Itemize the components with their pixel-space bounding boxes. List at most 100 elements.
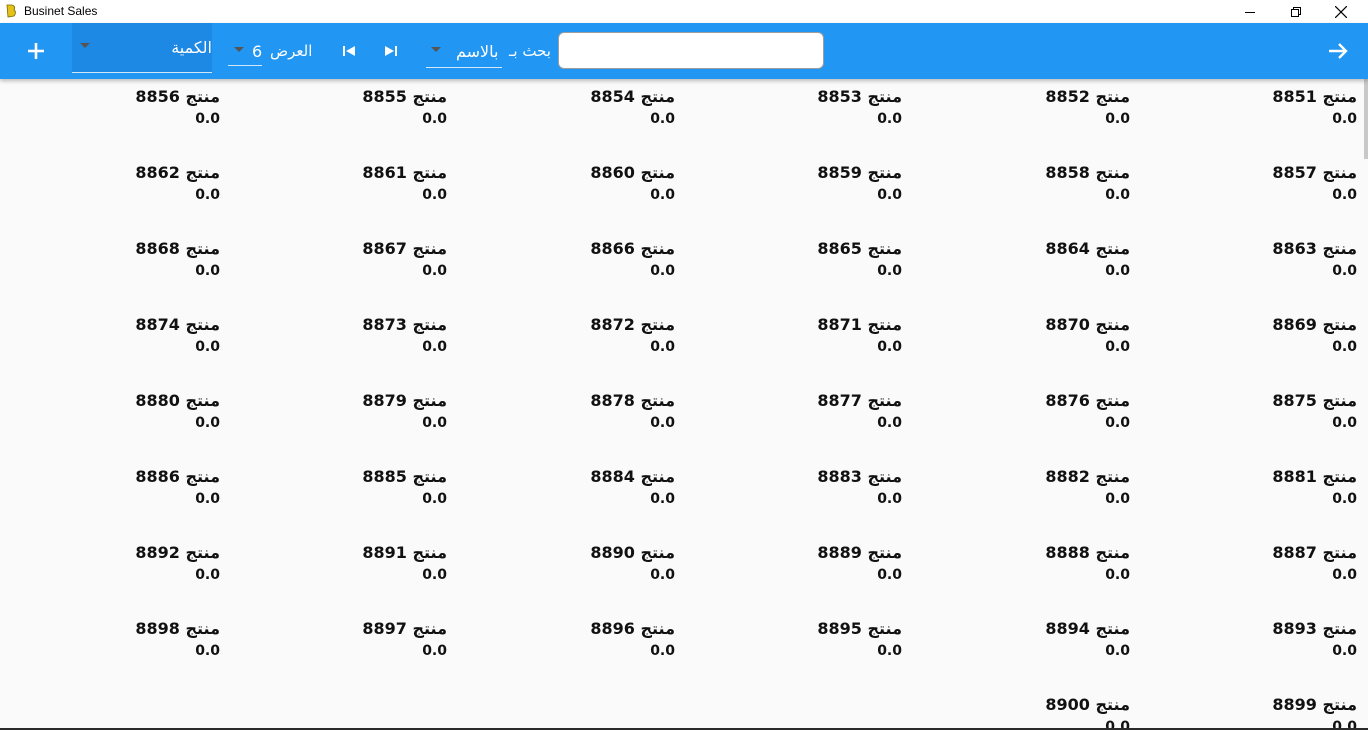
product-card[interactable]: منتج 8872 0.0 bbox=[455, 315, 675, 375]
product-quantity: 0.0 bbox=[877, 111, 902, 127]
sort-dropdown[interactable]: الكمية bbox=[72, 23, 212, 73]
product-card[interactable]: منتج 8883 0.0 bbox=[682, 467, 902, 527]
product-quantity: 0.0 bbox=[1105, 111, 1130, 127]
close-button[interactable] bbox=[1318, 0, 1364, 23]
product-quantity: 0.0 bbox=[650, 415, 675, 431]
product-name: منتج 8892 bbox=[135, 543, 220, 562]
search-input[interactable] bbox=[558, 32, 824, 69]
product-card[interactable]: منتج 8896 0.0 bbox=[455, 619, 675, 679]
product-card[interactable]: منتج 8895 0.0 bbox=[682, 619, 902, 679]
product-card[interactable]: منتج 8877 0.0 bbox=[682, 391, 902, 451]
view-dropdown-chevron-down-icon[interactable] bbox=[234, 47, 244, 53]
product-card[interactable]: منتج 8897 0.0 bbox=[227, 619, 447, 679]
product-quantity: 0.0 bbox=[650, 263, 675, 279]
last-page-icon[interactable] bbox=[380, 41, 400, 61]
product-card[interactable]: منتج 8889 0.0 bbox=[682, 543, 902, 603]
product-card[interactable]: منتج 8856 0.0 bbox=[0, 87, 220, 147]
product-name: منتج 8886 bbox=[135, 467, 220, 486]
product-name: منتج 8876 bbox=[1045, 391, 1130, 410]
product-card[interactable]: منتج 8881 0.0 bbox=[1137, 467, 1357, 527]
product-card[interactable]: منتج 8900 0.0 bbox=[910, 695, 1130, 730]
product-card[interactable]: منتج 8882 0.0 bbox=[910, 467, 1130, 527]
product-name: منتج 8893 bbox=[1272, 619, 1357, 638]
product-name: منتج 8863 bbox=[1272, 239, 1357, 258]
product-quantity: 0.0 bbox=[422, 263, 447, 279]
add-icon[interactable] bbox=[22, 37, 50, 65]
product-card[interactable]: منتج 8853 0.0 bbox=[682, 87, 902, 147]
product-card[interactable]: منتج 8876 0.0 bbox=[910, 391, 1130, 451]
product-card[interactable]: منتج 8871 0.0 bbox=[682, 315, 902, 375]
product-card[interactable]: منتج 8859 0.0 bbox=[682, 163, 902, 223]
product-name: منتج 8853 bbox=[817, 87, 902, 106]
product-card[interactable]: منتج 8893 0.0 bbox=[1137, 619, 1357, 679]
product-card[interactable]: منتج 8890 0.0 bbox=[455, 543, 675, 603]
product-card[interactable]: منتج 8884 0.0 bbox=[455, 467, 675, 527]
product-quantity: 0.0 bbox=[1332, 187, 1357, 203]
product-card[interactable]: منتج 8863 0.0 bbox=[1137, 239, 1357, 299]
product-quantity: 0.0 bbox=[877, 491, 902, 507]
product-name: منتج 8896 bbox=[590, 619, 675, 638]
product-name: منتج 8883 bbox=[817, 467, 902, 486]
product-card[interactable]: منتج 8899 0.0 bbox=[1137, 695, 1357, 730]
product-quantity: 0.0 bbox=[1332, 415, 1357, 431]
product-card[interactable]: منتج 8861 0.0 bbox=[227, 163, 447, 223]
product-card[interactable]: منتج 8878 0.0 bbox=[455, 391, 675, 451]
product-name: منتج 8873 bbox=[362, 315, 447, 334]
product-card[interactable]: منتج 8887 0.0 bbox=[1137, 543, 1357, 603]
product-card[interactable]: منتج 8857 0.0 bbox=[1137, 163, 1357, 223]
search-by-chevron-down-icon[interactable] bbox=[431, 47, 441, 53]
minimize-button[interactable] bbox=[1227, 0, 1273, 23]
product-card[interactable]: منتج 8874 0.0 bbox=[0, 315, 220, 375]
product-card[interactable]: منتج 8885 0.0 bbox=[227, 467, 447, 527]
product-card[interactable]: منتج 8867 0.0 bbox=[227, 239, 447, 299]
product-card[interactable]: منتج 8852 0.0 bbox=[910, 87, 1130, 147]
product-card[interactable]: منتج 8880 0.0 bbox=[0, 391, 220, 451]
product-card[interactable]: منتج 8898 0.0 bbox=[0, 619, 220, 679]
product-card[interactable]: منتج 8869 0.0 bbox=[1137, 315, 1357, 375]
product-card[interactable]: منتج 8875 0.0 bbox=[1137, 391, 1357, 451]
search-by-label: بحث بـ bbox=[509, 42, 551, 60]
product-name: منتج 8881 bbox=[1272, 467, 1357, 486]
product-card[interactable]: منتج 8862 0.0 bbox=[0, 163, 220, 223]
product-card[interactable]: منتج 8858 0.0 bbox=[910, 163, 1130, 223]
product-name: منتج 8891 bbox=[362, 543, 447, 562]
product-card[interactable]: منتج 8866 0.0 bbox=[455, 239, 675, 299]
product-name: منتج 8897 bbox=[362, 619, 447, 638]
arrow-right-icon[interactable] bbox=[1324, 37, 1352, 65]
restore-button[interactable] bbox=[1273, 0, 1319, 23]
view-count-value[interactable]: 6 bbox=[252, 42, 262, 61]
product-card[interactable]: منتج 8854 0.0 bbox=[455, 87, 675, 147]
product-card[interactable]: منتج 8892 0.0 bbox=[0, 543, 220, 603]
product-quantity: 0.0 bbox=[422, 491, 447, 507]
app-toolbar: الكمية 6 العرض بالاسم بحث بـ bbox=[0, 23, 1368, 79]
product-card[interactable]: منتج 8851 0.0 bbox=[1137, 87, 1357, 147]
scrollbar[interactable] bbox=[1364, 79, 1368, 159]
product-card[interactable]: منتج 8891 0.0 bbox=[227, 543, 447, 603]
product-quantity: 0.0 bbox=[1332, 643, 1357, 659]
product-card[interactable]: منتج 8894 0.0 bbox=[910, 619, 1130, 679]
product-card[interactable]: منتج 8870 0.0 bbox=[910, 315, 1130, 375]
product-card[interactable]: منتج 8865 0.0 bbox=[682, 239, 902, 299]
chevron-down-icon bbox=[80, 43, 90, 48]
product-card[interactable]: منتج 8864 0.0 bbox=[910, 239, 1130, 299]
product-name: منتج 8859 bbox=[817, 163, 902, 182]
product-quantity: 0.0 bbox=[1332, 339, 1357, 355]
product-card[interactable]: منتج 8860 0.0 bbox=[455, 163, 675, 223]
app-logo-icon bbox=[6, 4, 16, 18]
product-card[interactable]: منتج 8879 0.0 bbox=[227, 391, 447, 451]
search-by-value[interactable]: بالاسم bbox=[456, 42, 499, 61]
product-quantity: 0.0 bbox=[422, 187, 447, 203]
product-card[interactable]: منتج 8855 0.0 bbox=[227, 87, 447, 147]
product-quantity: 0.0 bbox=[877, 339, 902, 355]
product-card[interactable]: منتج 8886 0.0 bbox=[0, 467, 220, 527]
product-name: منتج 8887 bbox=[1272, 543, 1357, 562]
product-name: منتج 8898 bbox=[135, 619, 220, 638]
product-card[interactable]: منتج 8868 0.0 bbox=[0, 239, 220, 299]
product-name: منتج 8895 bbox=[817, 619, 902, 638]
product-name: منتج 8877 bbox=[817, 391, 902, 410]
product-card[interactable]: منتج 8888 0.0 bbox=[910, 543, 1130, 603]
search-by-underline bbox=[426, 67, 502, 68]
first-page-icon[interactable] bbox=[340, 41, 360, 61]
product-quantity: 0.0 bbox=[1105, 339, 1130, 355]
product-card[interactable]: منتج 8873 0.0 bbox=[227, 315, 447, 375]
